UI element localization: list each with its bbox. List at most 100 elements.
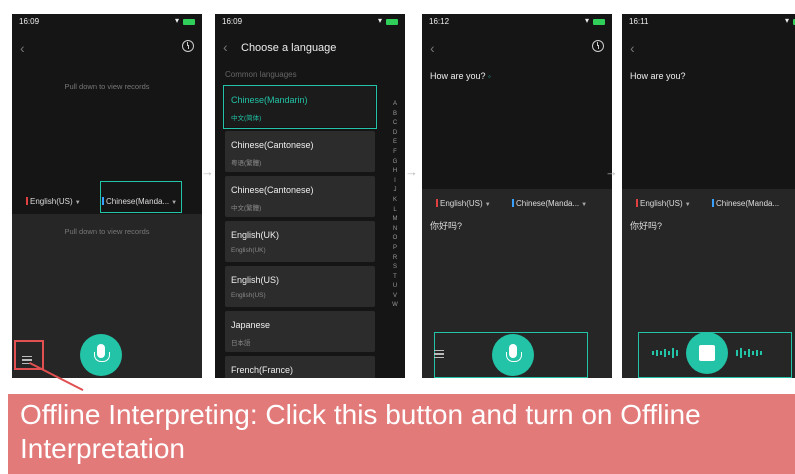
target-language-label: Chinese(Manda... bbox=[516, 199, 580, 208]
status-time: 16:12 bbox=[429, 17, 450, 26]
page-title: Choose a language bbox=[241, 42, 337, 54]
language-item[interactable]: Japanese 日本語 bbox=[225, 311, 375, 352]
status-bar: 16:09 ▾ bbox=[19, 16, 195, 29]
flow-arrow-icon: → bbox=[605, 164, 618, 179]
alphabet-letter[interactable]: N bbox=[390, 225, 400, 235]
alphabet-letter[interactable]: B bbox=[390, 110, 400, 120]
source-text-value: How are you? bbox=[430, 71, 486, 81]
language-item[interactable]: Chinese(Cantonese) 粤语(繁體) bbox=[225, 131, 375, 172]
alphabet-letter[interactable]: R bbox=[390, 254, 400, 264]
status-time: 16:11 bbox=[629, 17, 649, 26]
back-arrow-icon[interactable]: ‹ bbox=[630, 40, 635, 56]
alphabet-index[interactable]: ABCDEFGHIJKLMNOPRSTUVW bbox=[390, 100, 400, 311]
source-language-label: English(US) bbox=[440, 199, 483, 208]
back-arrow-icon[interactable]: ‹ bbox=[223, 39, 228, 55]
alphabet-letter[interactable]: H bbox=[390, 167, 400, 177]
alphabet-letter[interactable]: T bbox=[390, 273, 400, 283]
audio-wave-left bbox=[652, 348, 678, 358]
language-native-name: 日本語 bbox=[231, 340, 251, 347]
language-name: Japanese bbox=[231, 320, 271, 330]
status-bar: 16:09 ▾ bbox=[222, 16, 398, 29]
alphabet-letter[interactable]: G bbox=[390, 158, 400, 168]
alphabet-letter[interactable]: D bbox=[390, 129, 400, 139]
battery-icon bbox=[386, 19, 398, 25]
microphone-icon[interactable] bbox=[80, 334, 122, 376]
language-name: Chinese(Cantonese) bbox=[231, 185, 314, 195]
alphabet-letter[interactable]: O bbox=[390, 234, 400, 244]
back-arrow-icon[interactable]: ‹ bbox=[20, 40, 25, 56]
status-bar: 16:11 ▾ bbox=[629, 16, 795, 29]
language-name: French(France) bbox=[231, 365, 294, 375]
screen-main: 16:09 ▾ ‹ Pull down to view records Engl… bbox=[12, 14, 202, 378]
history-icon[interactable] bbox=[182, 40, 194, 52]
screen-listening: 16:12 ▾ ‹ How are you? ◦ English(US) ▼ Ch… bbox=[422, 14, 612, 378]
language-name: Chinese(Cantonese) bbox=[231, 140, 314, 150]
alphabet-letter[interactable]: V bbox=[390, 292, 400, 302]
status-time: 16:09 bbox=[222, 17, 243, 26]
alphabet-letter[interactable]: K bbox=[390, 196, 400, 206]
language-item[interactable]: English(UK) English(UK) bbox=[225, 221, 375, 262]
source-text: How are you? bbox=[630, 71, 686, 81]
pull-hint-top: Pull down to view records bbox=[64, 82, 150, 91]
wifi-icon: ▾ bbox=[174, 16, 179, 25]
source-language-label: English(US) bbox=[30, 197, 73, 206]
speaker-icon[interactable]: ◦ bbox=[488, 72, 491, 81]
back-arrow-icon[interactable]: ‹ bbox=[430, 40, 435, 56]
history-icon[interactable] bbox=[592, 40, 604, 52]
pull-hint-bottom: Pull down to view records bbox=[64, 227, 150, 236]
microphone-icon[interactable] bbox=[492, 334, 534, 376]
stop-icon[interactable] bbox=[686, 332, 728, 374]
alphabet-letter[interactable]: I bbox=[390, 177, 400, 187]
alphabet-letter[interactable]: M bbox=[390, 215, 400, 225]
language-selector-row: English(US) ▼ Chinese(Manda... bbox=[622, 192, 795, 214]
language-native-name: English(UK) bbox=[231, 247, 266, 254]
translated-text: 你好吗? bbox=[630, 221, 663, 231]
battery-icon bbox=[593, 19, 605, 25]
alphabet-letter[interactable]: P bbox=[390, 244, 400, 254]
selected-language-highlight bbox=[223, 85, 377, 129]
flow-arrow-icon: → bbox=[405, 164, 418, 179]
screen-recording: 16:11 ▾ ‹ How are you? English(US) ▼ Chin… bbox=[622, 14, 795, 378]
language-item[interactable]: English(US) English(US) bbox=[225, 266, 375, 307]
alphabet-letter[interactable]: A bbox=[390, 100, 400, 110]
status-time: 16:09 bbox=[19, 17, 40, 26]
source-language-button[interactable]: English(US) ▼ bbox=[26, 197, 81, 206]
screen-language-list: 16:09 ▾ ‹ Choose a language Common langu… bbox=[215, 14, 405, 378]
language-native-name: English(US) bbox=[231, 292, 266, 299]
alphabet-letter[interactable]: J bbox=[390, 186, 400, 196]
wifi-icon: ▾ bbox=[377, 16, 382, 25]
menu-button-highlight bbox=[14, 340, 44, 370]
caption-banner: Offline Interpreting: Click this button … bbox=[8, 394, 795, 474]
battery-icon bbox=[183, 19, 195, 25]
alphabet-letter[interactable]: W bbox=[390, 301, 400, 311]
alphabet-letter[interactable]: F bbox=[390, 148, 400, 158]
source-language-button[interactable]: English(US) ▼ bbox=[636, 199, 691, 208]
status-bar: 16:12 ▾ bbox=[429, 16, 605, 29]
alphabet-letter[interactable]: S bbox=[390, 263, 400, 273]
audio-wave-right bbox=[736, 348, 762, 358]
language-item[interactable]: Chinese(Cantonese) 中文(繁體) bbox=[225, 176, 375, 217]
source-language-button[interactable]: English(US) ▼ bbox=[436, 199, 491, 208]
language-item[interactable]: French(France) bbox=[225, 356, 375, 378]
wifi-icon: ▾ bbox=[784, 16, 789, 25]
language-native-name: 粤语(繁體) bbox=[231, 160, 262, 167]
alphabet-letter[interactable]: U bbox=[390, 282, 400, 292]
target-language-button[interactable]: Chinese(Manda... ▼ bbox=[512, 199, 587, 208]
target-language-highlight bbox=[100, 181, 182, 213]
alphabet-letter[interactable]: E bbox=[390, 138, 400, 148]
wifi-icon: ▾ bbox=[584, 16, 589, 25]
alphabet-letter[interactable]: C bbox=[390, 119, 400, 129]
source-text: How are you? ◦ bbox=[430, 71, 491, 81]
alphabet-letter[interactable]: L bbox=[390, 206, 400, 216]
caption-text: Offline Interpreting: Click this button … bbox=[20, 399, 701, 464]
source-language-label: English(US) bbox=[640, 199, 683, 208]
language-selector-row: English(US) ▼ Chinese(Manda... ▼ bbox=[422, 192, 612, 214]
flow-arrow-icon: → bbox=[201, 164, 214, 179]
translated-text: 你好吗? bbox=[430, 221, 463, 231]
target-language-button[interactable]: Chinese(Manda... bbox=[712, 199, 779, 208]
menu-icon[interactable] bbox=[434, 350, 444, 358]
language-name: English(US) bbox=[231, 275, 280, 285]
language-name: English(UK) bbox=[231, 230, 280, 240]
target-language-label: Chinese(Manda... bbox=[716, 199, 780, 208]
language-native-name: 中文(繁體) bbox=[231, 205, 262, 212]
